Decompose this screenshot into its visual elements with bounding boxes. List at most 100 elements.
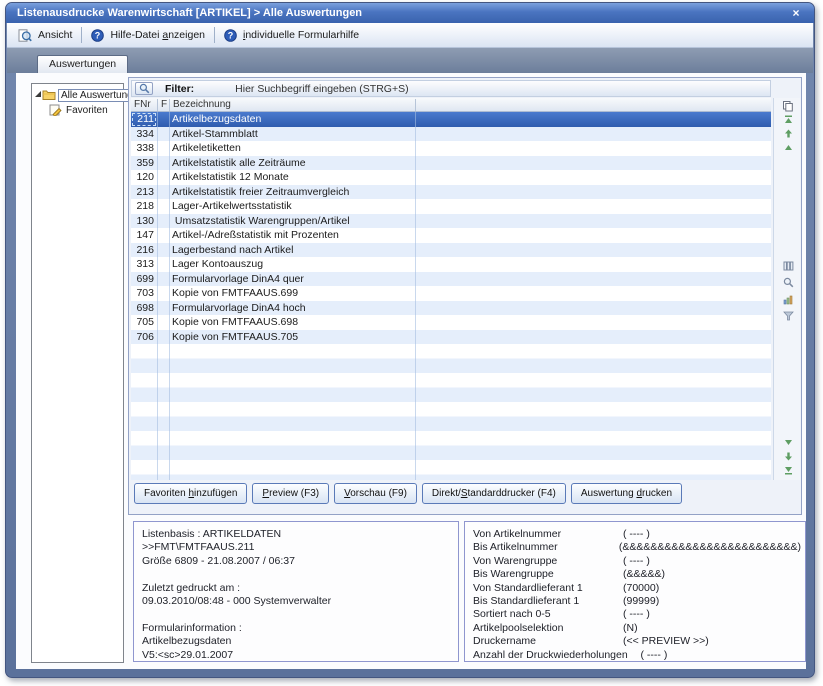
info-row-label: Von Artikelnummer bbox=[473, 528, 623, 541]
info-row-label: Artikelpoolselektion bbox=[473, 622, 623, 635]
table-row[interactable]: 218 Lager-Artikelwertsstatistik bbox=[131, 199, 771, 214]
table-row[interactable]: 359 Artikelstatistik alle Zeiträume bbox=[131, 156, 771, 171]
auswertung-drucken-button[interactable]: Auswertung drucken bbox=[571, 483, 682, 504]
info-row-value: (N) bbox=[623, 622, 638, 635]
filter-search-button[interactable] bbox=[135, 82, 153, 95]
cell-fnr: 213 bbox=[131, 185, 157, 200]
direkt-standarddrucker-button[interactable]: Direkt/Standarddrucker (F4) bbox=[422, 483, 566, 504]
close-button[interactable]: × bbox=[788, 5, 804, 21]
search-icon[interactable] bbox=[781, 277, 795, 289]
info-row-label: Von Standardlieferant 1 bbox=[473, 582, 623, 595]
filter-input[interactable] bbox=[235, 83, 515, 95]
column-divider bbox=[157, 99, 158, 111]
toolbar-button-formularhilfe[interactable]: ? individuelle Formularhilfe bbox=[218, 27, 365, 44]
toolbar-button-ansicht[interactable]: Ansicht bbox=[12, 27, 78, 44]
table-header: FNr F Bezeichnung bbox=[131, 98, 771, 112]
cell-bezeichnung: Artikelstatistik freier Zeitraumvergleic… bbox=[169, 185, 771, 200]
table-row[interactable]: 211 Artikelbezugsdaten bbox=[131, 112, 771, 127]
filter-label: Filter: bbox=[165, 83, 194, 95]
toolbar-separator bbox=[81, 27, 82, 43]
cell-bezeichnung: Lager Kontoauszug bbox=[169, 257, 771, 272]
column-select-icon[interactable] bbox=[781, 261, 795, 273]
toolbar-button-hilfe-datei[interactable]: ? Hilfe-Datei anzeigen bbox=[85, 27, 211, 44]
folder-icon bbox=[42, 89, 56, 101]
column-divider bbox=[415, 112, 416, 480]
favoriten-hinzufuegen-button[interactable]: Favoriten hinzufügen bbox=[134, 483, 247, 504]
cell-bezeichnung: Lagerbestand nach Artikel bbox=[169, 243, 771, 258]
info-row: Von Warengruppe( ---- ) bbox=[473, 555, 801, 568]
cell-f bbox=[157, 257, 169, 272]
copy-icon[interactable] bbox=[781, 100, 795, 112]
cell-f bbox=[157, 228, 169, 243]
scroll-bottom-icon[interactable] bbox=[781, 466, 795, 478]
info-line: V5:<sc>29.01.2007 bbox=[142, 649, 454, 662]
column-header-f[interactable]: F bbox=[158, 98, 169, 111]
tab-band: Auswertungen bbox=[7, 48, 813, 73]
scroll-down-icon[interactable] bbox=[781, 438, 795, 450]
column-divider bbox=[415, 99, 416, 111]
cell-fnr: 703 bbox=[131, 286, 157, 301]
cell-f bbox=[157, 330, 169, 345]
table-row[interactable]: 698 Formularvorlage DinA4 hoch bbox=[131, 301, 771, 316]
info-panel-right: Von Artikelnummer( ---- )Bis Artikelnumm… bbox=[464, 521, 806, 662]
cell-f bbox=[157, 286, 169, 301]
cell-bezeichnung: Kopie von FMTFAAUS.698 bbox=[169, 315, 771, 330]
table-body: 211 Artikelbezugsdaten 334 Artikel-Stamm… bbox=[131, 112, 771, 480]
cell-f bbox=[157, 214, 169, 229]
table-row[interactable]: 699 Formularvorlage DinA4 quer bbox=[131, 272, 771, 287]
column-divider bbox=[157, 112, 158, 480]
column-header-fnr[interactable]: FNr bbox=[131, 98, 157, 111]
cell-f bbox=[157, 141, 169, 156]
table-row[interactable]: 216 Lagerbestand nach Artikel bbox=[131, 243, 771, 258]
table-row[interactable]: 703 Kopie von FMTFAAUS.699 bbox=[131, 286, 771, 301]
info-row-label: Von Warengruppe bbox=[473, 555, 623, 568]
info-row-label: Druckername bbox=[473, 635, 623, 648]
info-row-label: Bis Standardlieferant 1 bbox=[473, 595, 623, 608]
cell-bezeichnung: Artikelstatistik alle Zeiträume bbox=[169, 156, 771, 171]
table-row[interactable]: 120 Artikelstatistik 12 Monate bbox=[131, 170, 771, 185]
tree-item-alle-auswertungen[interactable]: Alle Auswertungen bbox=[32, 88, 123, 102]
tree-item-label: Favoriten bbox=[64, 105, 110, 116]
table-row[interactable]: 313 Lager Kontoauszug bbox=[131, 257, 771, 272]
cell-fnr: 216 bbox=[131, 243, 157, 258]
scroll-top-icon[interactable] bbox=[781, 115, 795, 127]
table-row[interactable]: 147 Artikel-/Adreßstatistik mit Prozente… bbox=[131, 228, 771, 243]
cell-bezeichnung: Artikel-Stammblatt bbox=[169, 127, 771, 142]
help-icon: ? bbox=[224, 29, 237, 42]
cell-f bbox=[157, 301, 169, 316]
cell-f bbox=[157, 243, 169, 258]
cell-fnr: 147 bbox=[131, 228, 157, 243]
table-row[interactable]: 334 Artikel-Stammblatt bbox=[131, 127, 771, 142]
filter-funnel-icon[interactable] bbox=[781, 311, 795, 323]
info-row-value: ( ---- ) bbox=[623, 649, 667, 662]
preview-button[interactable]: Preview (F3) bbox=[252, 483, 329, 504]
tree-item-favoriten[interactable]: Favoriten bbox=[49, 103, 123, 117]
chart-icon[interactable] bbox=[781, 295, 795, 307]
table-row[interactable]: 130 Umsatzstatistik Warengruppen/Artikel bbox=[131, 214, 771, 229]
info-panel-left: Listenbasis : ARTIKELDATEN>>FMT\FMTFAAUS… bbox=[133, 521, 459, 662]
info-row-value: ( ---- ) bbox=[623, 528, 650, 541]
table-row[interactable]: 213 Artikelstatistik freier Zeitraumverg… bbox=[131, 185, 771, 200]
tree-expander-icon[interactable] bbox=[34, 90, 42, 101]
info-line: Artikelbezugsdaten bbox=[142, 635, 454, 648]
info-line: Zuletzt gedruckt am : bbox=[142, 582, 454, 595]
scroll-page-down-icon[interactable] bbox=[781, 452, 795, 464]
toolbar-separator bbox=[214, 27, 215, 43]
action-button-row: Favoriten hinzufügen Preview (F3) Vorsch… bbox=[134, 483, 682, 504]
view-magnifier-icon bbox=[18, 29, 32, 42]
vorschau-button[interactable]: Vorschau (F9) bbox=[334, 483, 417, 504]
navigation-tree: Alle Auswertungen Favoriten bbox=[31, 83, 124, 663]
info-row-value: (&&&&&&&&&&&&&&&&&&&&&&&&&) bbox=[619, 541, 801, 554]
table-row[interactable]: 338 Artikeletiketten bbox=[131, 141, 771, 156]
cell-f bbox=[157, 185, 169, 200]
scroll-page-up-icon[interactable] bbox=[781, 129, 795, 141]
tab-auswertungen[interactable]: Auswertungen bbox=[37, 55, 128, 73]
scroll-up-icon[interactable] bbox=[781, 143, 795, 155]
table-row[interactable]: 706 Kopie von FMTFAAUS.705 bbox=[131, 330, 771, 345]
column-header-bezeichnung[interactable]: Bezeichnung bbox=[170, 98, 415, 111]
column-divider bbox=[169, 99, 170, 111]
cell-f bbox=[157, 272, 169, 287]
note-pencil-icon bbox=[49, 104, 62, 116]
cell-fnr: 120 bbox=[131, 170, 157, 185]
table-row[interactable]: 705 Kopie von FMTFAAUS.698 bbox=[131, 315, 771, 330]
